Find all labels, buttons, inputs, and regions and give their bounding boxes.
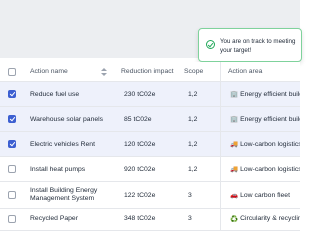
table-row[interactable]: Electric vehicles Rent 120 tC02e 1,2 🚚 Low-c… (0, 132, 300, 157)
column-divider (220, 132, 221, 156)
reduction-impact: 348 tC02e (124, 215, 156, 222)
row-checkbox[interactable] (8, 191, 16, 199)
row-checkbox[interactable] (8, 165, 16, 173)
action-area-icon: 🚚 (230, 141, 239, 148)
table-row[interactable]: Install Building Energy Management Syste… (0, 182, 300, 209)
reduction-impact: 85 tC02e (124, 115, 152, 123)
success-toast: You are on track to meeting your target! (198, 28, 302, 62)
action-area: Low-carbon logistics (240, 140, 300, 148)
action-name: Electric vehicles Rent (30, 140, 95, 148)
action-area-icon: 🏢 (230, 116, 239, 123)
scope-value: 3 (188, 191, 192, 199)
table-row[interactable]: Warehouse solar panels 85 tC02e 1,2 🏢 Energy… (0, 107, 300, 132)
action-area-icon: 🚗 (230, 192, 239, 199)
action-area: Low carbon fleet (240, 191, 290, 199)
column-header-action-area[interactable]: Action area (228, 62, 298, 81)
reduction-impact: 920 tC02e (124, 165, 156, 173)
reduction-impact: 120 tC02e (124, 140, 156, 148)
select-all-checkbox[interactable] (8, 67, 16, 76)
toast-message: You are on track to meeting your target! (220, 38, 296, 54)
action-name: Install heat pumps (30, 165, 86, 173)
column-divider (220, 82, 221, 106)
action-area-icon: ♻️ (230, 215, 239, 223)
table-row[interactable]: Install heat pumps 920 tC02e 1,2 🚚 Low-carbo… (0, 157, 300, 182)
action-area-icon: 🏢 (230, 91, 239, 98)
table-row[interactable]: Reduce fuel use 230 tC02e 1,2 🏢 Energy effic… (0, 82, 300, 107)
column-divider (220, 207, 221, 230)
column-header-action-name[interactable]: Action name (30, 62, 110, 81)
action-area-icon: 🚚 (230, 166, 239, 173)
row-checkbox[interactable] (8, 90, 16, 98)
check-circle-icon (206, 40, 215, 49)
action-name: Warehouse solar panels (30, 115, 104, 123)
action-area: Energy efficient building (240, 90, 300, 98)
actions-table: Action name Reduction impact Scope Actio… (0, 62, 300, 250)
column-divider (220, 107, 221, 131)
scope-value: 1,2 (188, 90, 198, 98)
row-checkbox[interactable] (8, 140, 16, 148)
action-name: Install Building Energy Management Syste… (30, 186, 98, 203)
table-row[interactable]: Recycled Paper 348 tC02e 3 ♻️ Circularity & … (0, 207, 300, 231)
action-area: Low-carbon logistics (240, 165, 300, 173)
action-area: Energy efficient building (240, 115, 300, 123)
reduction-impact: 122 tC02e (124, 191, 156, 199)
scope-value: 1,2 (188, 165, 198, 173)
column-header-reduction-impact[interactable]: Reduction impact (121, 62, 177, 81)
scope-value: 1,2 (188, 140, 198, 148)
table-header: Action name Reduction impact Scope Actio… (0, 62, 300, 82)
column-divider (220, 182, 221, 208)
row-checkbox[interactable] (8, 115, 16, 123)
scope-value: 3 (188, 215, 192, 222)
action-area: Circularity & recycling (240, 215, 300, 222)
column-divider (220, 157, 221, 181)
row-checkbox[interactable] (8, 214, 16, 223)
action-name: Reduce fuel use (30, 90, 80, 98)
action-name: Recycled Paper (30, 215, 78, 222)
column-header-scope[interactable]: Scope (184, 62, 214, 81)
reduction-impact: 230 tC02e (124, 90, 156, 98)
column-divider (220, 62, 221, 81)
scope-value: 1,2 (188, 115, 198, 123)
sort-icon[interactable] (101, 67, 107, 77)
